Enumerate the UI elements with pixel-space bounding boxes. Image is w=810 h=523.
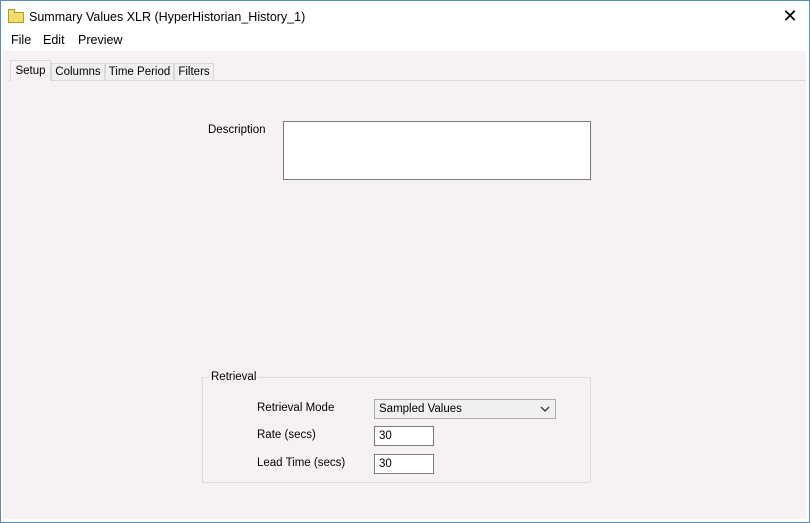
window-title: Summary Values XLR (HyperHistorian_Histo… xyxy=(29,10,306,24)
title-bar: Summary Values XLR (HyperHistorian_Histo… xyxy=(1,1,809,31)
close-button[interactable]: ✕ xyxy=(771,1,809,31)
close-icon: ✕ xyxy=(782,5,798,26)
lead-time-label: Lead Time (secs) xyxy=(257,457,346,469)
rate-label: Rate (secs) xyxy=(257,429,316,441)
lead-time-input[interactable]: 30 xyxy=(374,454,434,474)
retrieval-mode-select[interactable]: Sampled Values xyxy=(374,399,556,419)
tab-time-period-label: Time Period xyxy=(108,66,171,78)
menu-file[interactable]: File xyxy=(11,33,31,47)
description-textarea[interactable] xyxy=(283,121,591,180)
description-label: Description xyxy=(208,124,266,136)
tab-time-period[interactable]: Time Period xyxy=(105,63,174,80)
retrieval-mode-label: Retrieval Mode xyxy=(257,402,335,414)
app-window: Summary Values XLR (HyperHistorian_Histo… xyxy=(0,0,810,523)
retrieval-group-title: Retrieval xyxy=(209,371,259,383)
retrieval-mode-value: Sampled Values xyxy=(379,403,462,415)
tab-strip-border xyxy=(9,80,806,81)
tab-columns[interactable]: Columns xyxy=(51,63,105,80)
rate-input[interactable]: 30 xyxy=(374,426,434,446)
folder-icon xyxy=(8,9,24,23)
menu-bar: File Edit Preview xyxy=(1,31,807,51)
tab-columns-label: Columns xyxy=(55,66,101,78)
menu-edit[interactable]: Edit xyxy=(43,33,65,47)
tab-filters[interactable]: Filters xyxy=(174,63,214,80)
tab-filters-label: Filters xyxy=(178,66,210,78)
tab-setup-label: Setup xyxy=(15,65,46,77)
client-area: Setup Columns Time Period Filters Descri… xyxy=(3,51,806,519)
tab-setup[interactable]: Setup xyxy=(10,60,51,81)
menu-preview[interactable]: Preview xyxy=(78,33,122,47)
chevron-down-icon xyxy=(540,406,550,412)
